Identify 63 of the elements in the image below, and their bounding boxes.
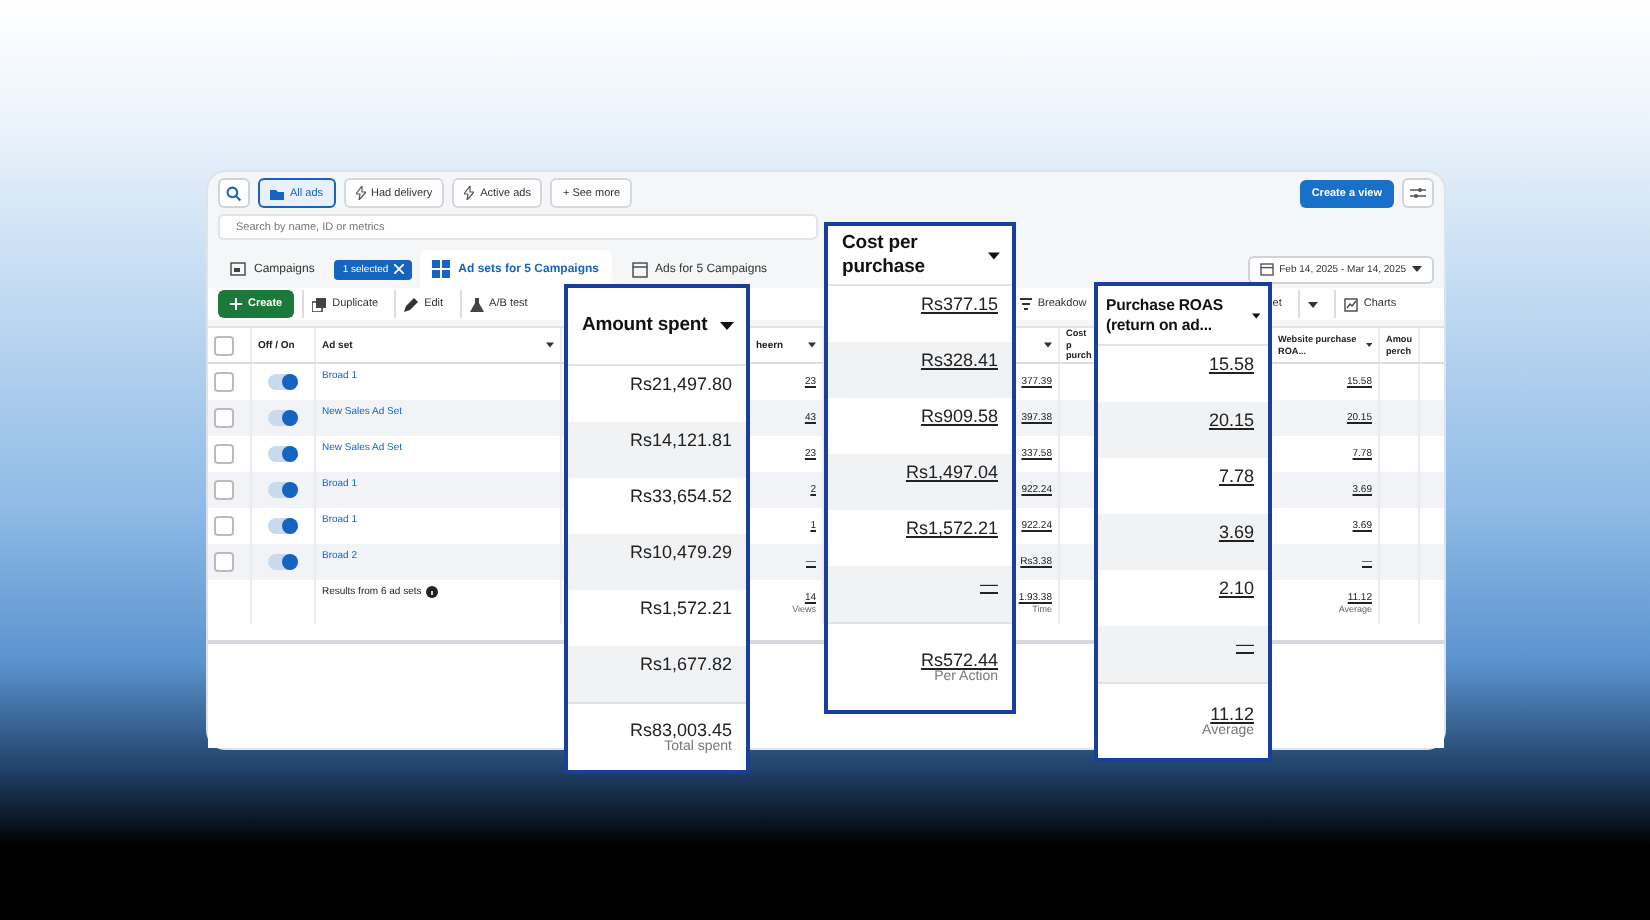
sliders-icon bbox=[1410, 186, 1426, 200]
table-cell: — bbox=[1236, 634, 1254, 654]
calendar-icon bbox=[1259, 262, 1274, 276]
flask-icon bbox=[469, 297, 484, 311]
table-cell: — bbox=[980, 574, 998, 594]
table-cell: Rs1,497.04 bbox=[905, 462, 998, 482]
campaign-icon bbox=[230, 262, 246, 276]
grid-icon bbox=[432, 260, 451, 278]
table-cell: 20.15 bbox=[1208, 410, 1254, 430]
toggle-switch[interactable] bbox=[268, 482, 298, 498]
table-cell: Rs377.15 bbox=[920, 294, 998, 314]
settings-button[interactable] bbox=[1402, 178, 1434, 208]
table-cell: Rs1,572.21 bbox=[905, 518, 998, 538]
row-checkbox[interactable] bbox=[214, 444, 234, 464]
total-value: Rs83,003.45 bbox=[629, 720, 732, 740]
table-cell: Rs1,677.82 bbox=[639, 654, 732, 674]
column-header: Cost per purchase bbox=[842, 231, 927, 279]
row-checkbox[interactable] bbox=[214, 408, 234, 428]
caret-icon bbox=[1412, 266, 1422, 272]
page-icon bbox=[631, 261, 648, 277]
column-header: Amount spent bbox=[582, 314, 708, 338]
search-button[interactable] bbox=[218, 178, 250, 208]
row-checkbox[interactable] bbox=[214, 480, 234, 500]
close-icon bbox=[394, 264, 405, 274]
table-cell: Rs21,497.80 bbox=[629, 374, 732, 394]
select-all-checkbox[interactable] bbox=[214, 335, 234, 355]
caret-icon bbox=[1365, 342, 1372, 348]
caret-icon bbox=[1251, 311, 1260, 319]
caret-icon bbox=[988, 251, 1000, 259]
table-cell: 7.78 bbox=[1218, 466, 1254, 486]
table-cell: 2.10 bbox=[1218, 578, 1254, 598]
search-icon bbox=[226, 185, 242, 201]
table-cell: Rs328.41 bbox=[920, 350, 998, 370]
toggle-switch[interactable] bbox=[268, 410, 298, 426]
chart-icon bbox=[1343, 297, 1358, 311]
row-checkbox[interactable] bbox=[214, 552, 234, 572]
toggle-switch[interactable] bbox=[268, 518, 298, 534]
total-value: Rs572.44 bbox=[920, 650, 998, 670]
table-cell: 3.69 bbox=[1218, 522, 1254, 542]
toggle-switch[interactable] bbox=[268, 554, 298, 570]
toggle-switch[interactable] bbox=[268, 374, 298, 390]
table-cell: Rs10,479.29 bbox=[629, 542, 732, 562]
filter-icon bbox=[1019, 298, 1032, 310]
caret-icon bbox=[1044, 342, 1052, 348]
table-cell: Rs14,121.81 bbox=[629, 430, 732, 450]
bolt-icon bbox=[464, 186, 475, 200]
caret-icon bbox=[808, 342, 816, 348]
table-cell: Rs909.58 bbox=[920, 406, 998, 426]
plus-icon bbox=[230, 298, 242, 310]
info-icon bbox=[425, 586, 438, 598]
table-cell: Rs33,654.52 bbox=[629, 486, 732, 506]
caret-icon bbox=[1307, 301, 1318, 307]
toggle-switch[interactable] bbox=[268, 446, 298, 462]
duplicate-icon bbox=[312, 297, 327, 311]
total-value: 11.12 bbox=[1210, 704, 1254, 724]
pencil-icon bbox=[404, 297, 419, 311]
table-cell: Rs1,572.21 bbox=[639, 598, 732, 618]
row-checkbox[interactable] bbox=[214, 372, 234, 392]
folder-icon bbox=[270, 187, 284, 199]
row-checkbox[interactable] bbox=[214, 516, 234, 536]
caret-icon bbox=[546, 342, 554, 348]
bolt-icon bbox=[355, 186, 366, 200]
table-cell: 15.58 bbox=[1208, 354, 1254, 374]
